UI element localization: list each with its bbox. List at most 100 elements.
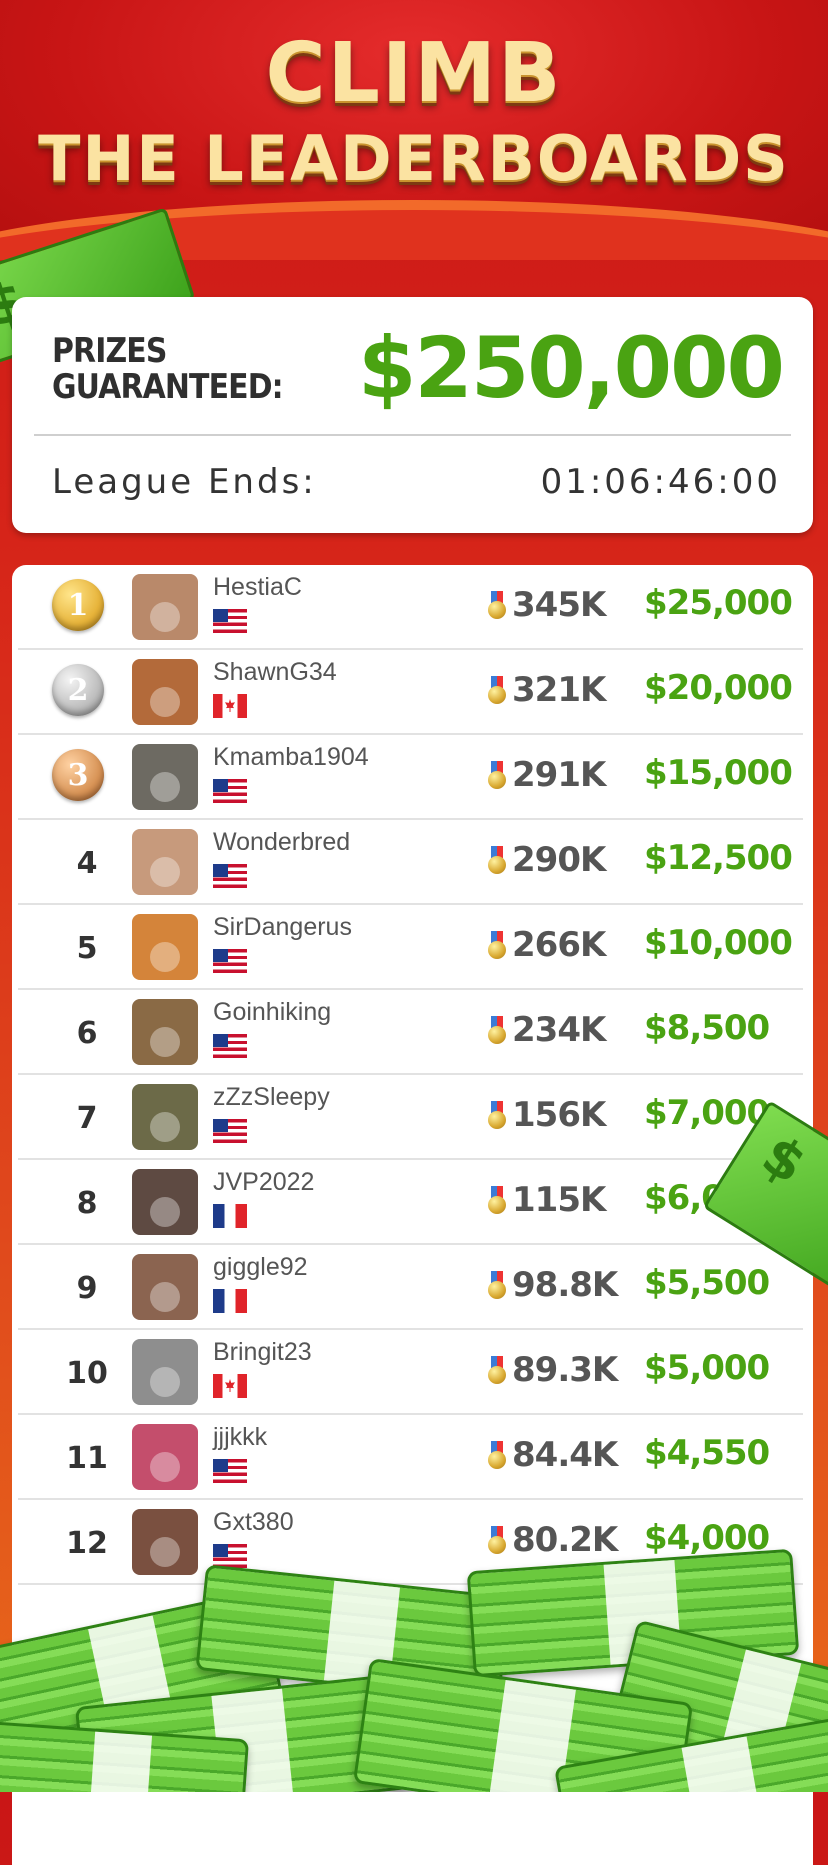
medal-score-icon — [488, 1356, 506, 1386]
avatar[interactable] — [132, 744, 198, 810]
player-score: 291K — [512, 755, 606, 795]
player-prize: $5,500 — [644, 1263, 770, 1303]
flag-us-icon — [213, 1034, 247, 1058]
leaderboard-row[interactable]: 3 Kmamba1904 291K $15,000 — [12, 735, 813, 820]
flag-us-icon — [213, 609, 247, 633]
title-line-1: CLIMB — [265, 26, 563, 121]
player-prize: $25,000 — [644, 583, 793, 623]
rank-number: 5 — [76, 931, 98, 966]
leaderboard-row[interactable]: 6 Goinhiking 234K $8,500 — [12, 990, 813, 1075]
flag-us-icon — [213, 1119, 247, 1143]
leaderboard-row[interactable]: 4 Wonderbred 290K $12,500 — [12, 820, 813, 905]
medal-score-icon — [488, 1271, 506, 1301]
player-name: Gxt380 — [213, 1508, 294, 1536]
divider — [34, 434, 791, 436]
player-prize: $15,000 — [644, 753, 793, 793]
player-score: 84.4K — [512, 1435, 618, 1475]
flag-us-icon — [213, 1459, 247, 1483]
rank-number: 10 — [66, 1356, 108, 1391]
player-score: 156K — [512, 1095, 606, 1135]
player-name: Wonderbred — [213, 828, 351, 856]
league-ends-label: League Ends: — [52, 462, 317, 502]
player-score: 98.8K — [512, 1265, 618, 1305]
flag-us-icon — [213, 949, 247, 973]
leaderboard-row[interactable]: 8 JVP2022 115K $6,000 — [12, 1160, 813, 1245]
prizes-label-line2: GUARANTEED: — [52, 367, 284, 407]
player-prize: $5,000 — [644, 1348, 770, 1388]
league-countdown: 01:06:46:00 — [540, 462, 781, 502]
leaderboard-row[interactable]: 5 SirDangerus 266K $10,000 — [12, 905, 813, 990]
rank-number: 4 — [76, 846, 98, 881]
prizes-guaranteed-label: PRIZES GUARANTEED: — [52, 333, 298, 405]
medal-score-icon — [488, 846, 506, 876]
avatar[interactable] — [132, 659, 198, 725]
leaderboard-row[interactable]: 2 ShawnG34 321K $20,000 — [12, 650, 813, 735]
player-prize: $10,000 — [644, 923, 793, 963]
medal-rank: 2 — [67, 672, 89, 708]
leaderboard-row[interactable]: 10 Bringit23 89.3K $5,000 — [12, 1330, 813, 1415]
prize-total: $250,000 — [357, 319, 785, 417]
player-score: 266K — [512, 925, 606, 965]
dollar-icon: $ — [751, 1122, 817, 1197]
rank-number: 7 — [76, 1101, 98, 1136]
rank-number: 9 — [76, 1271, 98, 1306]
player-score: 345K — [512, 585, 606, 625]
avatar[interactable] — [132, 1339, 198, 1405]
leaderboard-row[interactable]: 7 zZzSleepy 156K $7,000 — [12, 1075, 813, 1160]
player-name: Bringit23 — [213, 1338, 312, 1366]
avatar[interactable] — [132, 574, 198, 640]
player-name: giggle92 — [213, 1253, 308, 1281]
player-name: JVP2022 — [213, 1168, 315, 1196]
avatar[interactable] — [132, 1169, 198, 1235]
medal-score-icon — [488, 591, 506, 621]
medal-score-icon — [488, 761, 506, 791]
medal-score-icon — [488, 1101, 506, 1131]
rank-number: 8 — [76, 1186, 98, 1221]
leaderboard-row[interactable]: 9 giggle92 98.8K $5,500 — [12, 1245, 813, 1330]
flag-us-icon — [213, 779, 247, 803]
flag-ca-icon — [213, 1374, 247, 1398]
avatar[interactable] — [132, 914, 198, 980]
player-name: SirDangerus — [213, 913, 352, 941]
avatar[interactable] — [132, 829, 198, 895]
player-prize: $7,000 — [644, 1093, 770, 1133]
player-score: 234K — [512, 1010, 606, 1050]
player-name: Kmamba1904 — [213, 743, 369, 771]
leaderboard-row[interactable]: 1 HestiaC 345K $25,000 — [12, 565, 813, 650]
rank-number: 6 — [76, 1016, 98, 1051]
money-pile-decoration — [0, 1540, 828, 1792]
leaderboard-row[interactable]: 11 jjjkkk 84.4K $4,550 — [12, 1415, 813, 1500]
gold-medal-icon: 1 — [52, 579, 104, 631]
silver-medal-icon: 2 — [52, 664, 104, 716]
player-score: 89.3K — [512, 1350, 618, 1390]
player-name: HestiaC — [213, 573, 302, 601]
player-name: ShawnG34 — [213, 658, 337, 686]
player-score: 115K — [512, 1180, 606, 1220]
medal-score-icon — [488, 1441, 506, 1471]
player-prize: $4,550 — [644, 1433, 770, 1473]
player-prize: $8,500 — [644, 1008, 770, 1048]
flag-ca-icon — [213, 694, 247, 718]
avatar[interactable] — [132, 1254, 198, 1320]
medal-rank: 1 — [67, 587, 89, 623]
prizes-label-line1: PRIZES — [52, 331, 167, 371]
avatar[interactable] — [132, 1084, 198, 1150]
medal-rank: 3 — [67, 757, 89, 793]
player-prize: $12,500 — [644, 838, 793, 878]
medal-score-icon — [488, 931, 506, 961]
flag-fr-icon — [213, 1204, 247, 1228]
avatar[interactable] — [132, 1424, 198, 1490]
prize-card: PRIZES GUARANTEED: $250,000 League Ends:… — [12, 297, 813, 533]
avatar[interactable] — [132, 999, 198, 1065]
title-line-2: THE LEADERBOARDS — [38, 122, 790, 195]
player-name: Goinhiking — [213, 998, 332, 1026]
flag-us-icon — [213, 864, 247, 888]
player-name: zZzSleepy — [213, 1083, 330, 1111]
medal-score-icon — [488, 676, 506, 706]
rank-number: 11 — [66, 1441, 108, 1476]
flag-fr-icon — [213, 1289, 247, 1313]
player-name: jjjkkk — [213, 1423, 268, 1451]
medal-score-icon — [488, 1186, 506, 1216]
player-score: 290K — [512, 840, 606, 880]
bronze-medal-icon: 3 — [52, 749, 104, 801]
